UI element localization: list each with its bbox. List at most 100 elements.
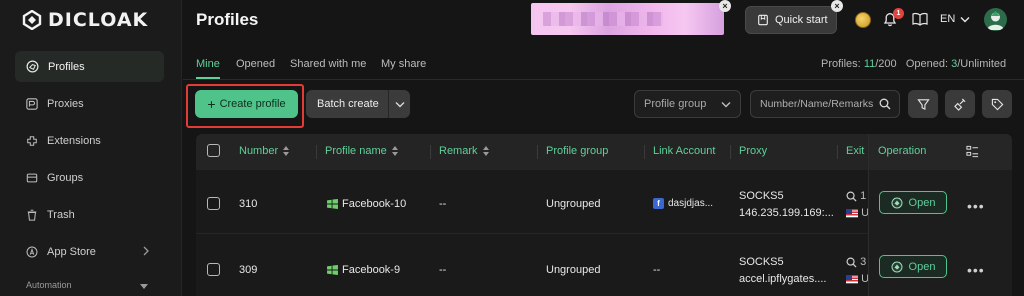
- profile-name-cell[interactable]: Facebook-9: [327, 264, 400, 276]
- sidebar-item-app-store[interactable]: App Store: [15, 236, 164, 267]
- profile-group-placeholder: Profile group: [644, 98, 707, 110]
- opened-total: /Unlimited: [957, 58, 1007, 70]
- profile-name: Facebook-9: [342, 264, 401, 276]
- search-box[interactable]: [750, 90, 900, 118]
- search-icon[interactable]: [879, 98, 891, 110]
- operation-column: Operation Open ••• Open •••: [868, 134, 1012, 296]
- browser-icon: [891, 261, 903, 272]
- profile-name-cell[interactable]: Facebook-10: [327, 198, 406, 210]
- exit-check-cell[interactable]: 3: [846, 256, 866, 268]
- tab-my-share[interactable]: My share: [381, 58, 426, 70]
- row-checkbox[interactable]: [207, 263, 220, 276]
- sort-icon[interactable]: [482, 146, 489, 156]
- batch-create-label: Batch create: [317, 98, 379, 110]
- create-profile-button[interactable]: + Create profile: [195, 90, 298, 118]
- sidebar-item-label: Extensions: [47, 134, 101, 147]
- column-profile-name[interactable]: Profile name: [316, 145, 398, 159]
- profile-name: Facebook-10: [342, 198, 407, 210]
- clean-button[interactable]: [945, 90, 975, 118]
- remark-cell: --: [439, 264, 447, 276]
- column-label: Number: [239, 145, 279, 157]
- sidebar-item-label: Groups: [47, 171, 84, 184]
- sort-icon[interactable]: [391, 146, 398, 156]
- book-icon[interactable]: [912, 12, 928, 26]
- profiles-stat-label: Profiles:: [821, 58, 861, 70]
- windows-icon: [327, 265, 338, 276]
- plus-icon: +: [207, 96, 216, 112]
- batch-create-dropdown[interactable]: [389, 101, 410, 108]
- more-options-icon[interactable]: •••: [967, 262, 985, 278]
- sidebar-item-profiles[interactable]: Profiles: [15, 51, 164, 82]
- quick-start-button[interactable]: Quick start: [745, 6, 837, 34]
- search-input[interactable]: [760, 98, 878, 110]
- tab-divider: [183, 79, 1024, 80]
- column-label: Profile name: [325, 145, 387, 157]
- column-link-account: Link Account: [643, 145, 716, 159]
- profiles-used: 11: [863, 58, 876, 70]
- remark-cell: --: [439, 198, 447, 210]
- tag-icon: [991, 98, 1003, 110]
- create-profile-label: Create profile: [219, 98, 286, 110]
- sidebar-item-label: Proxies: [47, 97, 84, 110]
- promo-banner[interactable]: [531, 3, 724, 35]
- sidebar-item-extensions[interactable]: Extensions: [15, 125, 164, 156]
- us-flag-icon: [846, 274, 858, 284]
- sidebar-section-automation[interactable]: Automation: [26, 280, 72, 290]
- open-button[interactable]: Open: [879, 255, 947, 278]
- avatar[interactable]: [984, 8, 1007, 31]
- profiles-total: /200: [875, 58, 897, 70]
- chevron-down-icon: [721, 101, 731, 107]
- group-cell: Ungrouped: [546, 264, 601, 276]
- quick-start-icon: [758, 14, 768, 26]
- browser-icon: [891, 197, 903, 208]
- logo: DICLOAK: [22, 8, 148, 32]
- close-icon[interactable]: ×: [831, 0, 843, 12]
- proxy-type: SOCKS5: [739, 256, 784, 268]
- proxy-icon: [26, 97, 38, 110]
- sidebar-item-proxies[interactable]: Proxies: [15, 88, 164, 119]
- sidebar-item-label: Profiles: [48, 60, 85, 73]
- profile-group-select[interactable]: Profile group: [634, 90, 741, 118]
- open-label: Open: [908, 196, 936, 209]
- more-options-icon[interactable]: •••: [967, 198, 985, 214]
- profiles-table: Number Profile name Remark Profile group…: [196, 134, 1012, 296]
- batch-create-button[interactable]: Batch create: [306, 90, 410, 118]
- select-all-checkbox[interactable]: [207, 144, 220, 157]
- column-settings-icon[interactable]: [966, 145, 979, 158]
- coin-icon[interactable]: [855, 12, 871, 28]
- language-selector[interactable]: EN: [940, 13, 970, 25]
- column-remark[interactable]: Remark: [430, 145, 489, 159]
- tab-mine[interactable]: Mine: [196, 58, 220, 70]
- folder-icon: [26, 173, 38, 182]
- tag-button[interactable]: [982, 90, 1012, 118]
- sidebar-item-groups[interactable]: Groups: [15, 162, 164, 193]
- column-exit: Exit: [836, 145, 864, 159]
- tab-opened[interactable]: Opened: [236, 58, 275, 70]
- row-checkbox[interactable]: [207, 197, 220, 210]
- profile-number: 310: [239, 198, 258, 210]
- us-flag-icon: [846, 208, 858, 218]
- search-icon: [846, 191, 857, 202]
- exit-check-cell[interactable]: 1: [846, 190, 866, 202]
- extensions-icon: [27, 135, 37, 146]
- notification-badge: 1: [893, 8, 904, 19]
- trash-icon: [27, 209, 37, 221]
- close-icon[interactable]: ×: [719, 0, 731, 12]
- sidebar-item-trash[interactable]: Trash: [15, 199, 164, 230]
- profile-number: 309: [239, 264, 258, 276]
- column-number[interactable]: Number: [239, 145, 290, 157]
- sort-icon[interactable]: [283, 146, 290, 156]
- page-title: Profiles: [196, 10, 259, 29]
- filter-button[interactable]: [908, 90, 938, 118]
- open-button[interactable]: Open: [879, 191, 947, 214]
- broom-icon: [953, 98, 966, 111]
- dicloak-logo-icon: [22, 10, 42, 30]
- column-operation: Operation: [878, 145, 926, 157]
- open-label: Open: [908, 260, 936, 273]
- tab-shared-with-me[interactable]: Shared with me: [290, 58, 366, 70]
- column-label: Link Account: [653, 145, 716, 157]
- column-label: Profile group: [546, 145, 609, 157]
- link-account-cell[interactable]: f dasjdjas...: [653, 198, 713, 209]
- chevron-down-icon[interactable]: [140, 284, 148, 289]
- globe-icon: [26, 60, 39, 73]
